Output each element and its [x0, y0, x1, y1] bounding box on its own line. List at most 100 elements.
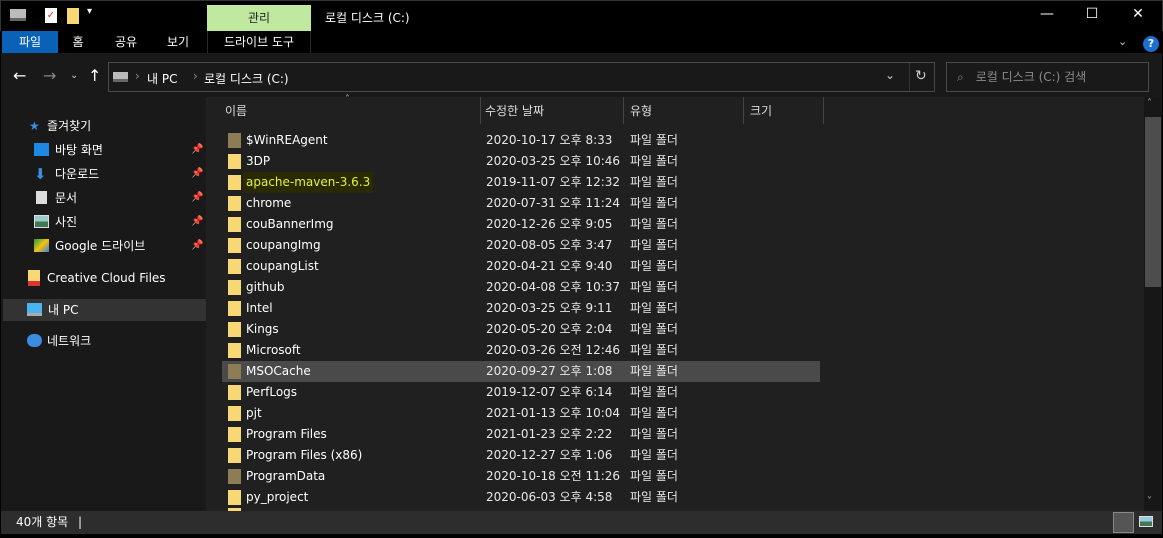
file-name: ProgramData: [246, 469, 326, 483]
up-button[interactable]: ↑: [88, 66, 101, 85]
file-row[interactable]: chrome 2020-07-31 오후 11:24 파일 폴더: [222, 193, 820, 214]
file-type: 파일 폴더: [630, 406, 678, 420]
file-row[interactable]: couBannerImg 2020-12-26 오후 9:05 파일 폴더: [222, 214, 820, 235]
column-divider[interactable]: [480, 97, 481, 124]
sidebar-item-creative-cloud[interactable]: Creative Cloud Files: [1, 267, 204, 289]
breadcrumb-my-pc[interactable]: 내 PC: [147, 70, 177, 87]
file-name: $WinREAgent: [246, 133, 328, 147]
sort-ascending-icon: ˄: [345, 94, 350, 105]
large-icons-view-icon[interactable]: [1139, 516, 1153, 527]
file-row[interactable]: py_project 2020-06-03 오후 4:58 파일 폴더: [222, 487, 820, 508]
sidebar-item-network[interactable]: 네트워크: [1, 330, 204, 352]
sidebar-item-quick-access[interactable]: ★ 즐겨찾기: [1, 115, 204, 137]
file-name: coupangList: [246, 259, 319, 273]
column-divider[interactable]: [623, 97, 624, 124]
pin-icon: 📌: [191, 216, 204, 227]
file-row[interactable]: MSOCache 2020-09-27 오후 1:08 파일 폴더: [222, 361, 820, 382]
file-row[interactable]: Intel 2020-03-25 오후 9:11 파일 폴더: [222, 298, 820, 319]
file-row[interactable]: Microsoft 2020-03-26 오전 12:46 파일 폴더: [222, 340, 820, 361]
file-name: py_project: [246, 490, 309, 504]
file-row[interactable]: $WinREAgent 2020-10-17 오후 8:33 파일 폴더: [222, 130, 820, 151]
tab-manage[interactable]: 관리: [207, 5, 311, 32]
recent-locations-button[interactable]: ⌄: [70, 70, 78, 81]
tab-drive-tools[interactable]: 드라이브 도구: [207, 31, 311, 53]
chevron-right-icon: ›: [193, 69, 198, 83]
star-icon: ★: [29, 119, 40, 133]
tab-view[interactable]: 보기: [160, 31, 196, 53]
tab-home[interactable]: 홈: [62, 31, 94, 53]
folder-icon: [228, 448, 241, 463]
sidebar-item-google-drive[interactable]: Google 드라이브 📌: [1, 235, 204, 257]
file-row[interactable]: Kings 2020-05-20 오후 2:04 파일 폴더: [222, 319, 820, 340]
file-date: 2020-04-08 오후 10:37: [486, 280, 621, 294]
sidebar-item-desktop[interactable]: 바탕 화면 📌: [1, 139, 204, 161]
refresh-icon[interactable]: ↻: [915, 68, 927, 84]
file-type: 파일 폴더: [630, 385, 678, 399]
column-header-date-modified[interactable]: 수정한 날짜: [485, 97, 544, 125]
search-input[interactable]: ⌕ 로컬 디스크 (C:) 검색: [946, 62, 1149, 92]
folder-icon: [228, 469, 241, 484]
file-date: 2020-12-27 오후 1:06: [486, 448, 613, 462]
forward-button[interactable]: →: [43, 66, 56, 85]
column-header-type[interactable]: 유형: [630, 97, 652, 125]
tab-file[interactable]: 파일: [2, 31, 58, 53]
file-row[interactable]: coupangImg 2020-08-05 오후 3:47 파일 폴더: [222, 235, 820, 256]
minimize-button[interactable]: —: [1024, 6, 1070, 22]
file-date: 2021-01-23 오후 2:22: [486, 427, 613, 441]
column-header-name[interactable]: 이름: [225, 97, 247, 125]
folder-icon: [228, 280, 241, 295]
breadcrumb-local-disk[interactable]: 로컬 디스크 (C:): [204, 70, 289, 87]
address-bar[interactable]: › 내 PC › 로컬 디스크 (C:) ⌄ ↻: [108, 62, 935, 92]
file-row[interactable]: Program Files 2021-01-23 오후 2:22 파일 폴더: [222, 424, 820, 445]
new-folder-icon[interactable]: [67, 8, 79, 24]
file-name: chrome: [246, 196, 292, 210]
column-divider[interactable]: [823, 97, 824, 124]
scroll-up-icon[interactable]: ˄: [1147, 98, 1152, 109]
file-name: MSOCache: [246, 364, 311, 378]
scrollbar-thumb[interactable]: [1145, 117, 1161, 287]
file-row[interactable]: 3DP 2020-03-25 오후 10:46 파일 폴더: [222, 151, 820, 172]
file-name: pjt: [246, 406, 262, 420]
desktop-icon: [34, 143, 49, 156]
file-row[interactable]: PerfLogs 2019-12-07 오후 6:14 파일 폴더: [222, 382, 820, 403]
help-icon[interactable]: ?: [1143, 36, 1159, 52]
file-type: 파일 폴더: [630, 196, 678, 210]
file-row[interactable]: ProgramData 2020-10-18 오전 11:26 파일 폴더: [222, 466, 820, 487]
scroll-down-icon[interactable]: ˅: [1147, 496, 1152, 507]
chevron-right-icon: ›: [135, 69, 140, 83]
back-button[interactable]: ←: [13, 66, 26, 85]
pin-icon: 📌: [191, 168, 204, 179]
file-date: 2020-05-20 오후 2:04: [486, 322, 613, 336]
pin-icon: 📌: [191, 192, 204, 203]
status-bar: 40개 항목 |: [1, 511, 1162, 534]
file-row[interactable]: pjt 2021-01-13 오후 10:04 파일 폴더: [222, 403, 820, 424]
close-button[interactable]: ✕: [1115, 6, 1161, 22]
details-view-icon[interactable]: [1113, 512, 1134, 533]
sidebar-item-this-pc[interactable]: 내 PC: [3, 299, 206, 321]
window-title: 로컬 디스크 (C:): [325, 11, 410, 25]
file-type: 파일 폴더: [630, 343, 678, 357]
file-row[interactable]: coupangList 2020-04-21 오후 9:40 파일 폴더: [222, 256, 820, 277]
file-name: Microsoft: [246, 343, 301, 357]
folder-icon: [228, 259, 241, 274]
address-dropdown-icon[interactable]: ⌄: [885, 68, 895, 82]
column-divider[interactable]: [743, 97, 744, 124]
column-header-size[interactable]: 크기: [750, 97, 772, 125]
sidebar-item-pictures[interactable]: 사진 📌: [1, 211, 204, 233]
tab-share[interactable]: 공유: [108, 31, 144, 53]
sidebar-item-downloads[interactable]: ⬇ 다운로드 📌: [1, 163, 204, 185]
item-count: 40개 항목: [16, 515, 69, 529]
file-row[interactable]: github 2020-04-08 오후 10:37 파일 폴더: [222, 277, 820, 298]
file-row[interactable]: apache-maven-3.6.3 2019-11-07 오후 12:32 파…: [222, 172, 820, 193]
file-row[interactable]: Program Files (x86) 2020-12-27 오후 1:06 파…: [222, 445, 820, 466]
sidebar-item-documents[interactable]: 문서 📌: [1, 187, 204, 209]
maximize-button[interactable]: ☐: [1069, 6, 1115, 22]
file-name: Kings: [246, 322, 279, 336]
customize-quick-access-icon[interactable]: ▾: [87, 6, 92, 17]
file-type: 파일 폴더: [630, 301, 678, 315]
folder-icon: [228, 154, 241, 169]
pin-icon: 📌: [191, 240, 204, 251]
expand-ribbon-icon[interactable]: ⌄: [1118, 35, 1127, 48]
drive-icon: [10, 9, 26, 21]
properties-icon[interactable]: ✓: [45, 8, 57, 23]
